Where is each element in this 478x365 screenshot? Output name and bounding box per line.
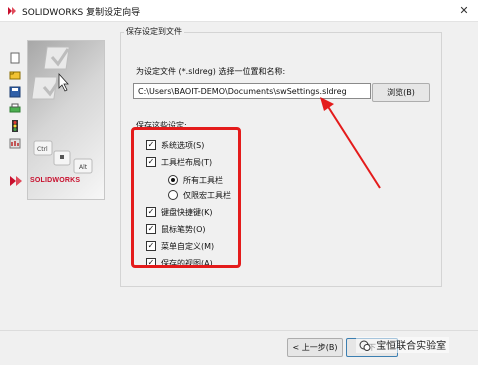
watermark-text: 宝恒联合实验室 [376, 341, 447, 352]
footer-divider [0, 330, 478, 331]
wechat-icon [359, 340, 371, 351]
annotation-arrowhead-icon [320, 97, 334, 111]
annotation-arrow-overlay [320, 97, 381, 189]
watermark: 宝恒联合实验室 [356, 337, 450, 353]
annotation-arrow-line [326, 104, 381, 189]
back-button[interactable]: < 上一步(B) [287, 338, 343, 357]
wizard-window: SOLIDWORKS 复制设定向导 ✕ Ctrl Alt SOLIDWORKS … [0, 0, 478, 365]
